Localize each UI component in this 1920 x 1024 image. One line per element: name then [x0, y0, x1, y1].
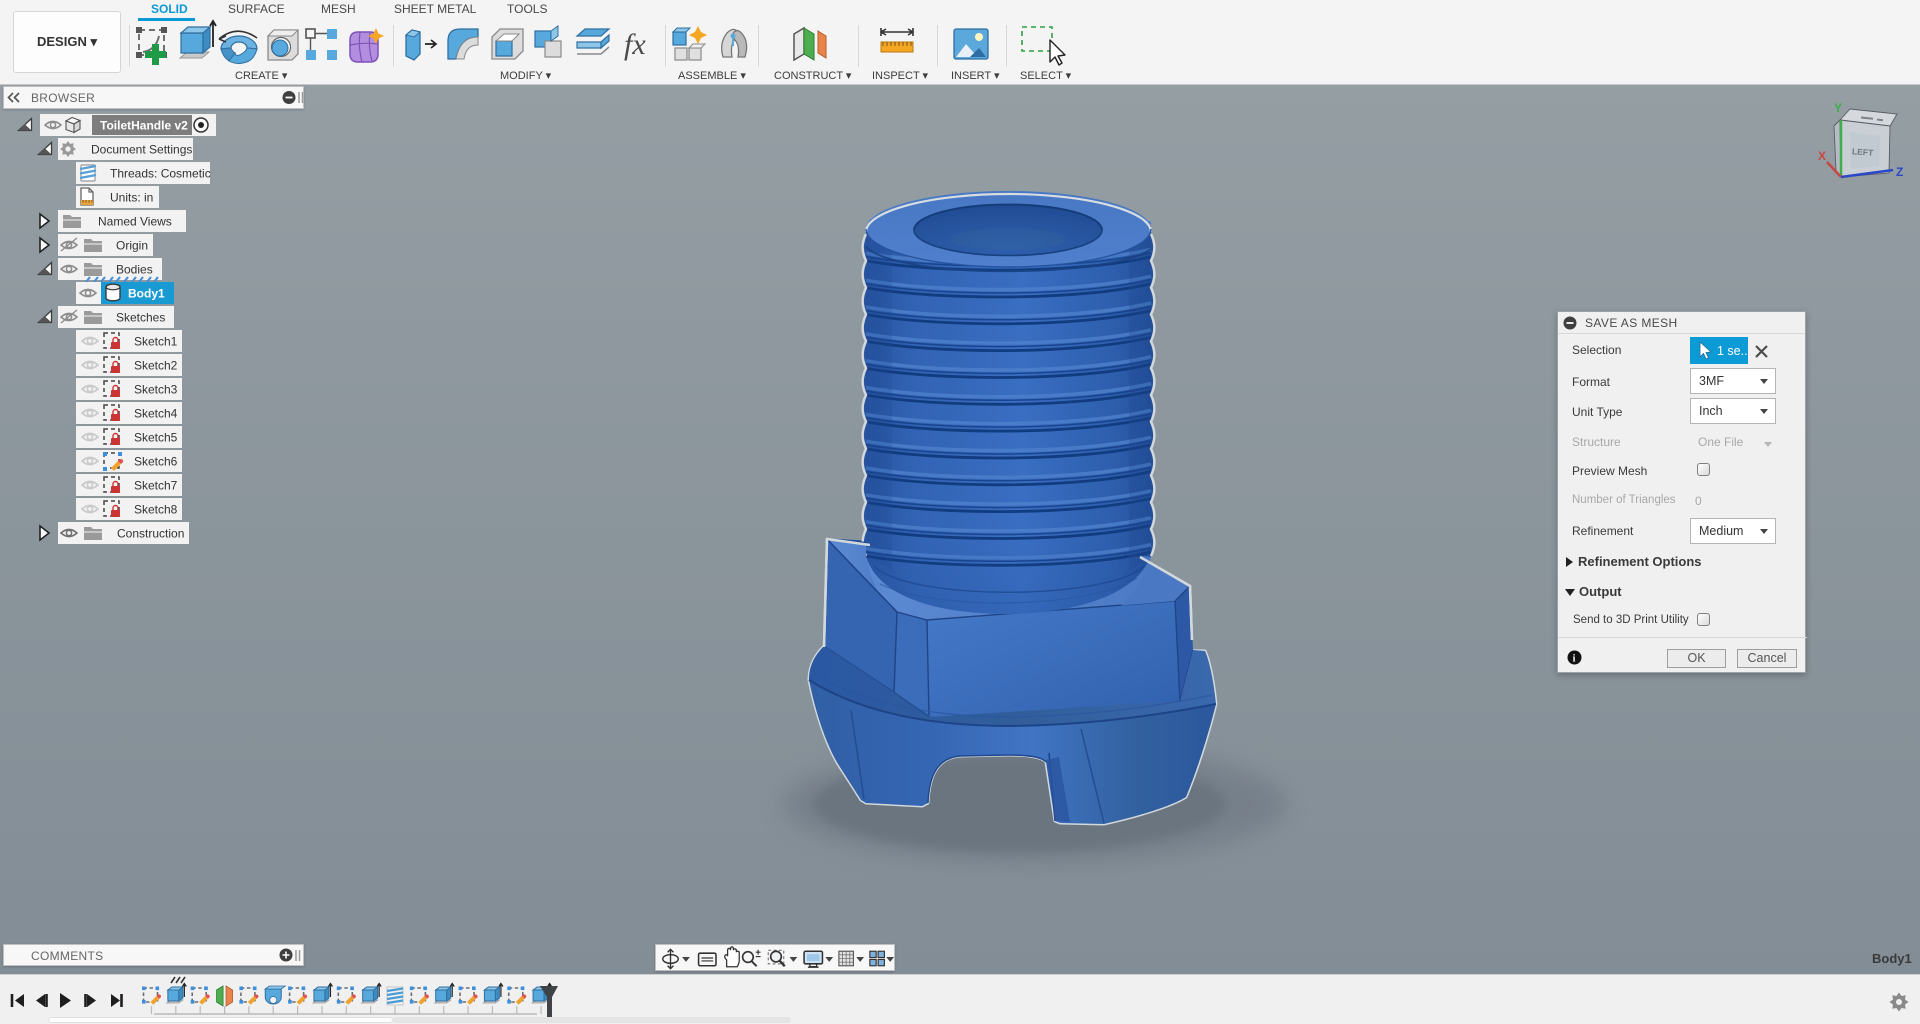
svg-text:Named Views: Named Views: [98, 215, 172, 229]
svg-text:Sketch4: Sketch4: [134, 407, 178, 421]
svg-text:Origin: Origin: [116, 239, 148, 253]
svg-text:Sketch6: Sketch6: [134, 455, 178, 469]
svg-text:Threads: Cosmetic: Threads: Cosmetic: [110, 167, 211, 181]
svg-text:Bodies: Bodies: [116, 263, 153, 277]
svg-text:ToiletHandle v2: ToiletHandle v2: [100, 119, 188, 133]
svg-text:LEFT: LEFT: [1852, 146, 1875, 158]
svg-text:Z: Z: [1896, 165, 1903, 179]
svg-text:fx: fx: [624, 28, 646, 61]
svg-text:Construction: Construction: [117, 527, 184, 541]
svg-text:1 se...: 1 se...: [1717, 344, 1748, 358]
svg-text:Sketch1: Sketch1: [134, 335, 178, 349]
svg-text:Units: in: Units: in: [110, 191, 153, 205]
svg-text:Sketch2: Sketch2: [134, 359, 178, 373]
svg-text:Sketch5: Sketch5: [134, 431, 178, 445]
svg-text:Sketch7: Sketch7: [134, 479, 178, 493]
svg-text:Sketches: Sketches: [116, 311, 165, 325]
svg-text:Document Settings: Document Settings: [91, 143, 192, 157]
svg-text:X: X: [1818, 149, 1826, 163]
svg-text:i: i: [1573, 654, 1576, 665]
svg-text:Body1: Body1: [128, 287, 165, 301]
svg-text:Sketch8: Sketch8: [134, 503, 178, 517]
svg-text:Sketch3: Sketch3: [134, 383, 178, 397]
svg-text:Y: Y: [1834, 101, 1842, 115]
